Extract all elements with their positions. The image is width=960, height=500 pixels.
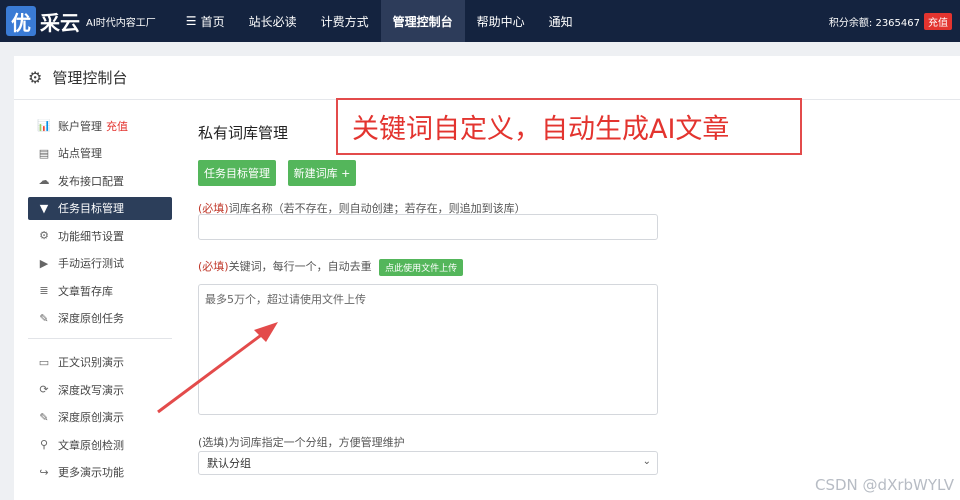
points-balance: 积分余额: 2365467 充值 (828, 12, 952, 30)
menu-icon: ☰ (185, 14, 197, 28)
filter-icon: ▼ (39, 201, 49, 215)
nav-item-label: 站长必读 (248, 14, 297, 29)
sidebar-item-label: 账户管理 (58, 119, 102, 133)
nav-item-label: 管理控制台 (392, 14, 453, 29)
cogs-icon: ⚙ (39, 229, 49, 242)
sidebar-item-article-store[interactable]: ≣ 文章暂存库 (28, 279, 172, 302)
top-nav: 优 采云 AI时代内容工厂 ☰ 首页 站长必读 计费方式 管理控制台 帮助中心 … (0, 0, 960, 42)
nav-item-notice[interactable]: 通知 (537, 0, 585, 42)
sidebar-recharge-link[interactable]: 充值 (106, 118, 128, 134)
nav-item-home[interactable]: ☰ 首页 (174, 0, 237, 42)
sidebar-item-label: 深度原创任务 (58, 312, 124, 325)
nav-item-help[interactable]: 帮助中心 (465, 0, 537, 42)
required-marker: (必填) (198, 260, 229, 273)
file-upload-button[interactable]: 点此使用文件上传 (379, 258, 464, 276)
logo[interactable]: 优 采云 AI时代内容工厂 (6, 6, 174, 36)
keywords-placeholder: 最多5万个，超过请使用文件上传 (205, 293, 366, 306)
sidebar-item-account[interactable]: 📊 账户管理 充值 (28, 114, 172, 137)
nav-item-label: 首页 (200, 14, 225, 29)
search-icon: ⚲ (39, 438, 49, 451)
label-text: 关键词，每行一个，自动去重 (228, 260, 372, 273)
group-select[interactable]: 默认分组 ⌄ (198, 451, 658, 475)
keywords-label: (必填)关键词，每行一个，自动去重 点此使用文件上传 (198, 258, 464, 276)
database-icon: ≣ (39, 284, 49, 297)
nav-item-label: 通知 (548, 14, 573, 29)
monitor-icon: ▭ (38, 355, 50, 369)
arrow-line (157, 328, 269, 414)
refresh-icon: ⟳ (39, 383, 49, 396)
nav-item-webmaster-guide[interactable]: 站长必读 (237, 0, 309, 42)
sidebar-item-label: 发布接口配置 (58, 174, 124, 188)
new-library-button[interactable]: 新建词库 + (288, 160, 356, 186)
sidebar-item-label: 功能细节设置 (58, 229, 124, 243)
task-targets-button[interactable]: 任务目标管理 (198, 160, 276, 186)
recharge-button[interactable]: 充值 (924, 12, 952, 30)
library-name-input[interactable] (198, 214, 658, 240)
edit-icon: ✎ (39, 311, 49, 325)
points-label: 积分余额: 2365467 (828, 17, 920, 29)
logo-name: 采云 (40, 10, 80, 35)
logo-badge: 优 (6, 6, 36, 36)
sidebar-item-originality-check[interactable]: ⚲ 文章原创检测 (28, 433, 172, 456)
sidebar-item-more-demos[interactable]: ↪ 更多演示功能 (28, 461, 172, 484)
annotation-box: 关键词自定义，自动生成AI文章 (336, 98, 802, 155)
sidebar-item-label: 站点管理 (58, 147, 102, 160)
group-label: (选填)为词库指定一个分组，方便管理维护 (198, 436, 405, 449)
cloud-upload-icon: ☁ (38, 174, 50, 187)
nav-item-console[interactable]: 管理控制台 (380, 0, 465, 42)
gear-icon: ⚙ (28, 68, 43, 87)
watermark: CSDN @dXrbWYLV (815, 476, 954, 494)
sidebar-item-label: 深度改写演示 (58, 383, 124, 397)
sidebar-item-publish-api[interactable]: ☁ 发布接口配置 (28, 169, 172, 192)
content-panel: 📊 账户管理 充值 ▤ 站点管理 ☁ 发布接口配置 ▼ 任务目标管理 ⚙ 功能细… (14, 100, 960, 500)
bar-chart-icon: 📊 (37, 119, 51, 132)
sidebar-item-label: 文章原创检测 (58, 438, 124, 452)
logo-tagline: AI时代内容工厂 (86, 17, 156, 29)
annotation-text: 关键词自定义，自动生成AI文章 (352, 114, 730, 145)
sidebar-item-label: 深度原创演示 (58, 411, 124, 424)
sidebar-item-label: 文章暂存库 (58, 284, 113, 298)
sidebar-item-feature-settings[interactable]: ⚙ 功能细节设置 (28, 224, 172, 247)
nav-item-pricing[interactable]: 计费方式 (309, 0, 381, 42)
chevron-down-icon: ⌄ (642, 456, 651, 467)
sidebar-item-sites[interactable]: ▤ 站点管理 (28, 142, 172, 165)
sidebar-item-task-targets[interactable]: ▼ 任务目标管理 (28, 196, 172, 220)
sidebar-item-label: 更多演示功能 (58, 466, 124, 479)
annotation-arrow (157, 322, 278, 414)
sidebar: 📊 账户管理 充值 ▤ 站点管理 ☁ 发布接口配置 ▼ 任务目标管理 ⚙ 功能细… (28, 114, 172, 488)
page-title: 管理控制台 (52, 69, 128, 87)
page-header: ⚙ 管理控制台 (14, 56, 960, 100)
share-icon: ↪ (39, 465, 49, 479)
play-icon: ▶ (39, 256, 49, 270)
nav-item-label: 帮助中心 (476, 14, 525, 29)
sidebar-item-label: 正文识别演示 (58, 356, 124, 369)
group-selected-value: 默认分组 (207, 457, 251, 470)
form-title: 私有词库管理 (198, 124, 289, 142)
sidebar-item-label: 任务目标管理 (58, 202, 124, 215)
edit-icon: ✎ (39, 410, 49, 424)
sidebar-item-label: 手动运行测试 (58, 257, 124, 270)
nav-item-label: 计费方式 (320, 14, 369, 29)
server-icon: ▤ (38, 146, 50, 160)
sidebar-item-manual-run[interactable]: ▶ 手动运行测试 (28, 252, 172, 275)
